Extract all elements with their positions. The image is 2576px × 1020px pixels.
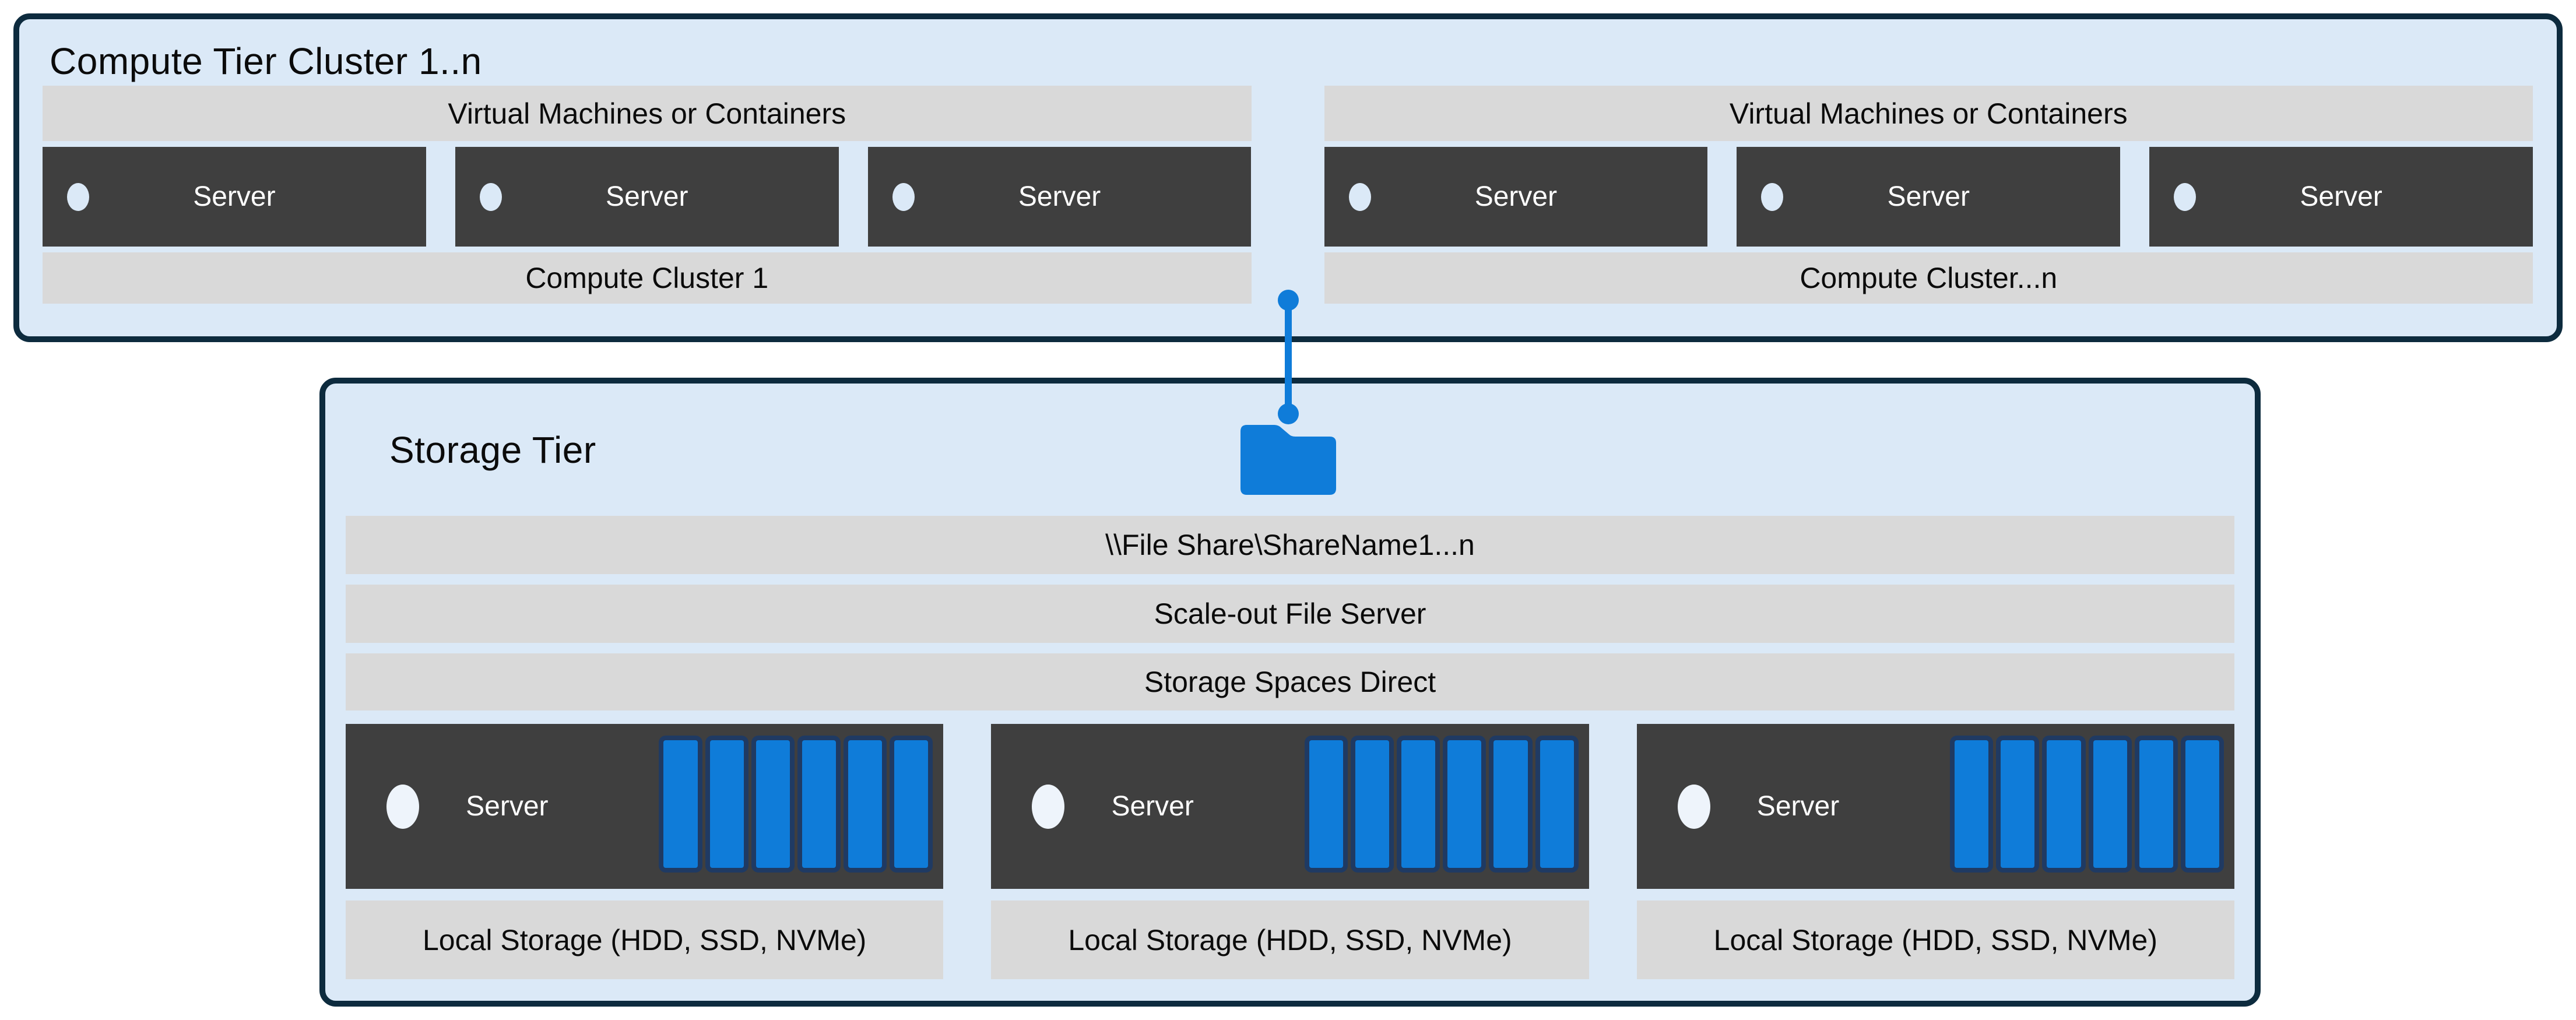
- power-led-icon: [1761, 183, 1783, 211]
- disk-icon: [1443, 736, 1486, 873]
- clusters-row: Virtual Machines or Containers Server Se…: [43, 86, 2533, 304]
- server-label: Server: [1018, 181, 1101, 213]
- diagram-canvas: Compute Tier Cluster 1..n Virtual Machin…: [0, 0, 2576, 1020]
- disk-stack: [659, 736, 933, 873]
- local-storage-bar: Local Storage (HDD, SSD, NVMe): [991, 901, 1589, 979]
- storage-node: Server Local Storage (HDD, SSD, NVMe): [346, 724, 943, 979]
- power-led-icon: [892, 183, 915, 211]
- disk-icon: [1950, 736, 1993, 873]
- disk-icon: [705, 736, 748, 873]
- disk-icon: [659, 736, 702, 873]
- folder-icon: [1240, 421, 1336, 495]
- connector-dot-bottom: [1278, 403, 1299, 424]
- server-box: Server: [43, 147, 426, 247]
- local-storage-bar: Local Storage (HDD, SSD, NVMe): [1637, 901, 2234, 979]
- disk-icon: [1535, 736, 1579, 873]
- storage-nodes-row: Server Local Storage (HDD, SSD, NVMe) Se…: [346, 724, 2234, 979]
- storage-server-box: Server: [346, 724, 943, 889]
- disk-icon: [844, 736, 887, 873]
- vm-containers-bar: Virtual Machines or Containers: [1324, 86, 2533, 141]
- disk-icon: [1305, 736, 1348, 873]
- server-box: Server: [2149, 147, 2533, 247]
- disk-icon: [2135, 736, 2178, 873]
- disk-icon: [2042, 736, 2085, 873]
- compute-cluster-n: Virtual Machines or Containers Server Se…: [1324, 86, 2533, 304]
- power-led-icon: [2174, 183, 2196, 211]
- server-label: Server: [1888, 181, 1970, 213]
- storage-tier-title: Storage Tier: [389, 431, 596, 469]
- disk-stack: [1950, 736, 2224, 873]
- compute-cluster-1: Virtual Machines or Containers Server Se…: [43, 86, 1252, 304]
- power-led-icon: [67, 183, 89, 211]
- scale-out-file-server-bar: Scale-out File Server: [346, 585, 2234, 643]
- disk-icon: [1996, 736, 2039, 873]
- connector-dot-top: [1278, 290, 1299, 311]
- server-box: Server: [1324, 147, 1708, 247]
- server-label: Server: [1637, 724, 1960, 889]
- disk-icon: [1351, 736, 1394, 873]
- server-label: Server: [193, 181, 275, 213]
- server-label: Server: [991, 724, 1314, 889]
- server-box: Server: [455, 147, 839, 247]
- disk-icon: [1489, 736, 1532, 873]
- disk-icon: [797, 736, 841, 873]
- cluster-label-bar: Compute Cluster 1: [43, 252, 1252, 304]
- server-label: Server: [1475, 181, 1557, 213]
- server-label: Server: [2300, 181, 2382, 213]
- storage-node: Server Local Storage (HDD, SSD, NVMe): [991, 724, 1589, 979]
- server-box: Server: [868, 147, 1252, 247]
- server-label: Server: [346, 724, 669, 889]
- server-label: Server: [606, 181, 688, 213]
- storage-spaces-direct-bar: Storage Spaces Direct: [346, 653, 2234, 711]
- local-storage-bar: Local Storage (HDD, SSD, NVMe): [346, 901, 943, 979]
- power-led-icon: [480, 183, 502, 211]
- servers-row: Server Server Server: [1324, 147, 2533, 247]
- storage-node: Server Local Storage (HDD, SSD, NVMe): [1637, 724, 2234, 979]
- disk-icon: [1397, 736, 1440, 873]
- vm-containers-bar: Virtual Machines or Containers: [43, 86, 1252, 141]
- file-share-bar: \\File Share\ShareName1...n: [346, 516, 2234, 574]
- disk-icon: [890, 736, 933, 873]
- servers-row: Server Server Server: [43, 147, 1252, 247]
- disk-icon: [751, 736, 795, 873]
- disk-icon: [2181, 736, 2224, 873]
- storage-server-box: Server: [1637, 724, 2234, 889]
- disk-stack: [1305, 736, 1579, 873]
- compute-tier-title: Compute Tier Cluster 1..n: [50, 43, 482, 80]
- disk-icon: [2089, 736, 2132, 873]
- power-led-icon: [1349, 183, 1371, 211]
- server-box: Server: [1737, 147, 2120, 247]
- cluster-label-bar: Compute Cluster...n: [1324, 252, 2533, 304]
- connector-line: [1285, 300, 1292, 414]
- storage-server-box: Server: [991, 724, 1589, 889]
